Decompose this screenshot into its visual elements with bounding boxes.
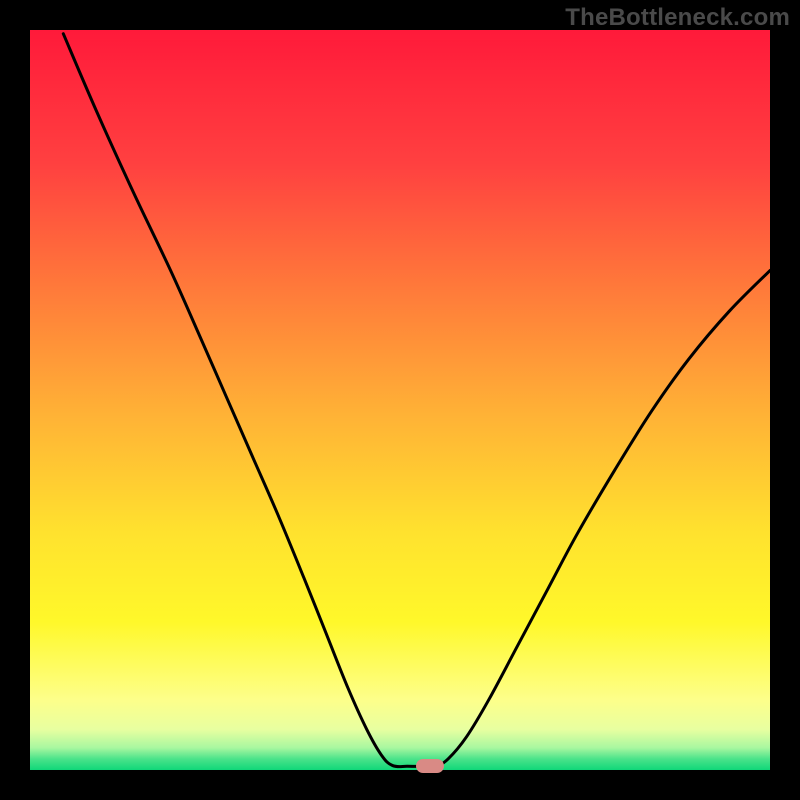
plot-area (30, 30, 770, 770)
watermark-text: TheBottleneck.com (565, 4, 790, 32)
gradient-plot (30, 30, 770, 770)
optimal-point-marker (416, 759, 444, 773)
chart-frame: TheBottleneck.com (0, 0, 800, 800)
